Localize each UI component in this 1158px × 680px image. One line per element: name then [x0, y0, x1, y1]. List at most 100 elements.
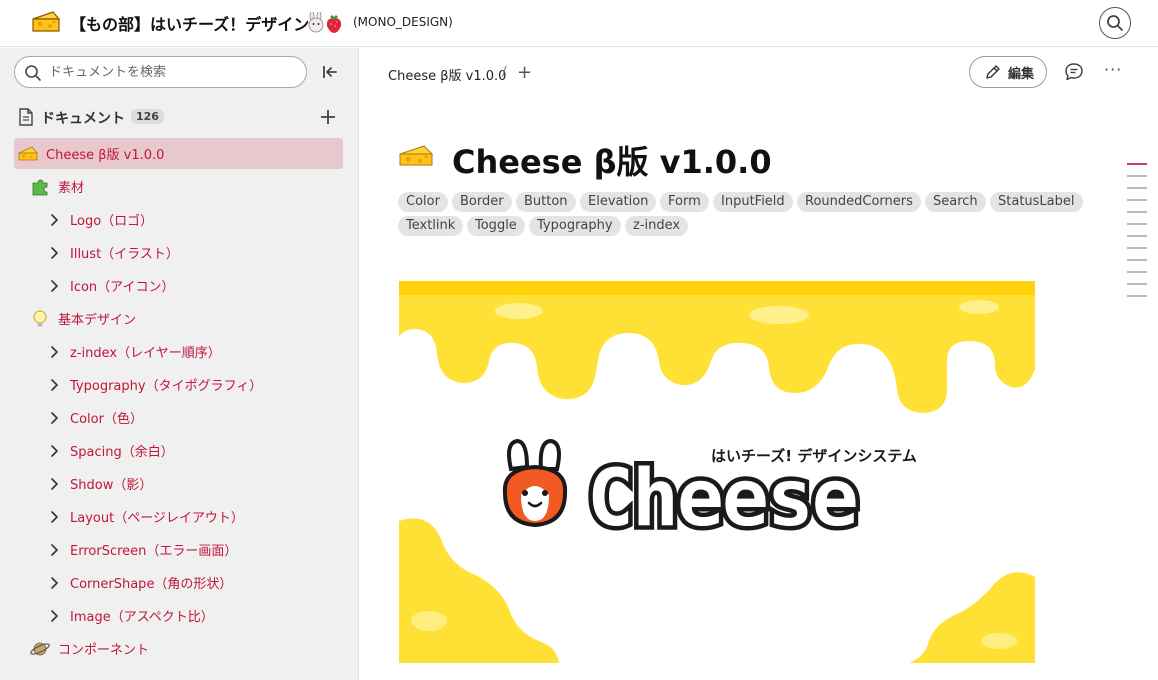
- sidebar-tree-label: Icon（アイコン）: [70, 280, 175, 295]
- sidebar-tree-label: Image（アスペクト比）: [70, 610, 214, 625]
- sidebar-tree-item[interactable]: 素材: [30, 171, 84, 202]
- tag-chip[interactable]: Toggle: [467, 216, 525, 236]
- toc-marker[interactable]: [1127, 283, 1147, 285]
- sidebar-tree-label: z-index（レイヤー順序）: [70, 346, 221, 361]
- sidebar-tree-label: Cheese β版 v1.0.0: [46, 148, 165, 163]
- sidebar-tree-item[interactable]: Color（色）: [46, 402, 143, 433]
- documents-label: ドキュメント: [41, 111, 125, 127]
- tag-chip[interactable]: RoundedCorners: [797, 192, 921, 212]
- collapse-sidebar-icon[interactable]: [320, 62, 340, 82]
- tag-chip[interactable]: Border: [452, 192, 512, 212]
- toc-marker[interactable]: [1127, 223, 1147, 225]
- breadcrumb-current[interactable]: Cheese β版 v1.0.0: [388, 65, 506, 84]
- chevron-right-icon[interactable]: [46, 344, 62, 360]
- chevron-right-icon[interactable]: [46, 608, 62, 624]
- sidebar-tree-item[interactable]: z-index（レイヤー順序）: [46, 336, 221, 367]
- toc-marker[interactable]: [1127, 199, 1147, 201]
- toc-marker[interactable]: [1127, 259, 1147, 261]
- chevron-right-icon[interactable]: [46, 575, 62, 591]
- sidebar-tree-label: 基本デザイン: [58, 313, 137, 328]
- tag-chip[interactable]: Elevation: [580, 192, 657, 212]
- sidebar-tree-label: Typography（タイポグラフィ）: [70, 379, 263, 394]
- tag-chip[interactable]: Typography: [529, 216, 621, 236]
- sidebar-tree-label: Illust（イラスト）: [70, 247, 179, 262]
- edit-button[interactable]: 編集: [969, 56, 1047, 88]
- chevron-right-icon[interactable]: [46, 509, 62, 525]
- toc-marker[interactable]: [1127, 235, 1147, 237]
- edit-label: 編集: [1008, 66, 1035, 82]
- sidebar-tree-item[interactable]: Shdow（影）: [46, 468, 152, 499]
- tag-chip[interactable]: Color: [398, 192, 448, 212]
- sidebar-tree-label: Shdow（影）: [70, 478, 153, 493]
- sidebar-tree-item[interactable]: ErrorScreen（エラー画面）: [46, 534, 237, 565]
- cheese-logo-icon[interactable]: [31, 9, 61, 35]
- sidebar-tree-item[interactable]: 基本デザイン: [30, 303, 136, 334]
- document-icon: [19, 108, 33, 126]
- chevron-right-icon[interactable]: [46, 212, 62, 228]
- sidebar-tree-item[interactable]: CornerShape（角の形状）: [46, 567, 232, 598]
- sidebar-tree-label: コンポーネント: [58, 643, 150, 658]
- pencil-icon: [986, 65, 1000, 79]
- documents-count-badge: 126: [131, 109, 164, 124]
- chevron-right-icon[interactable]: [46, 410, 62, 426]
- sidebar-tree-item[interactable]: Layout（ページレイアウト）: [46, 501, 244, 532]
- planet-icon: [30, 639, 50, 659]
- chevron-right-icon[interactable]: [46, 443, 62, 459]
- chevron-right-icon[interactable]: [46, 542, 62, 558]
- document-search-input[interactable]: [49, 62, 299, 82]
- tag-chip[interactable]: StatusLabel: [990, 192, 1083, 212]
- toc-marker[interactable]: [1127, 271, 1147, 273]
- sidebar-tree-item[interactable]: コンポーネント: [30, 633, 149, 664]
- sidebar-tree-item[interactable]: Icon（アイコン）: [46, 270, 175, 301]
- main-content: Cheese β版 v1.0.0 / + 編集 ··· Cheese β版 v1…: [360, 48, 1158, 680]
- tag-chip[interactable]: Form: [660, 192, 709, 212]
- sidebar-tree-label: Color（色）: [70, 412, 143, 427]
- add-document-icon[interactable]: [317, 106, 339, 128]
- tag-chip[interactable]: Search: [925, 192, 986, 212]
- toc-marker[interactable]: [1127, 175, 1147, 177]
- tag-chip[interactable]: z-index: [625, 216, 689, 236]
- sidebar-tree-item[interactable]: Logo（ロゴ）: [46, 204, 153, 235]
- puzzle-icon: [30, 177, 50, 197]
- workspace-title[interactable]: 【もの部】はいチーズ！デザイン: [70, 11, 309, 35]
- comment-icon[interactable]: [1063, 61, 1085, 83]
- hero-wordmark: Cheese: [587, 454, 857, 544]
- more-options-button[interactable]: ···: [1104, 60, 1122, 79]
- tag-chip[interactable]: Textlink: [398, 216, 464, 236]
- chevron-right-icon[interactable]: [46, 476, 62, 492]
- document-search[interactable]: [14, 56, 307, 88]
- chevron-right-icon[interactable]: [46, 278, 62, 294]
- rabbit-mascot-icon: [502, 438, 568, 528]
- sidebar-tree-label: Logo（ロゴ）: [70, 214, 154, 229]
- lightbulb-icon: [30, 309, 50, 329]
- chevron-right-icon[interactable]: [46, 245, 62, 261]
- toc-marker[interactable]: [1127, 163, 1147, 165]
- sidebar-tree-item[interactable]: Typography（タイポグラフィ）: [46, 369, 262, 400]
- toc-marker[interactable]: [1127, 211, 1147, 213]
- tag-chip[interactable]: InputField: [713, 192, 793, 212]
- top-header: 【もの部】はいチーズ！デザイン (MONO_DESIGN): [0, 0, 1158, 47]
- sidebar: ドキュメント 126 Cheese β版 v1.0.0 素材 Logo（ロゴ） Ill…: [0, 48, 359, 680]
- cheese-banner-illustration: はいチーズ! デザインシステム Cheese: [399, 281, 1035, 663]
- add-subpage-button[interactable]: +: [517, 62, 532, 83]
- chevron-right-icon[interactable]: [46, 377, 62, 393]
- tag-chip[interactable]: Button: [516, 192, 576, 212]
- sidebar-tree-label: Spacing（余白）: [70, 445, 174, 460]
- toc-marker[interactable]: [1127, 187, 1147, 189]
- workspace-id: (MONO_DESIGN): [353, 15, 453, 29]
- sidebar-tree-item[interactable]: Image（アスペクト比）: [46, 600, 214, 631]
- toc-marker[interactable]: [1127, 247, 1147, 249]
- sidebar-tree-item[interactable]: Illust（イラスト）: [46, 237, 179, 268]
- global-search-button[interactable]: [1099, 7, 1131, 39]
- rabbit-strawberry-emoji-icon: [308, 12, 342, 33]
- search-icon: [1107, 15, 1123, 31]
- search-icon: [25, 65, 41, 81]
- sidebar-tree-label: Layout（ページレイアウト）: [70, 511, 244, 526]
- sidebar-tree-label: ErrorScreen（エラー画面）: [70, 544, 238, 559]
- sidebar-tree-item[interactable]: Cheese β版 v1.0.0: [14, 138, 343, 169]
- breadcrumb-separator: /: [502, 65, 507, 80]
- sidebar-tree-label: CornerShape（角の形状）: [70, 577, 233, 592]
- toc-marker[interactable]: [1127, 295, 1147, 297]
- hero-banner: はいチーズ! デザインシステム Cheese: [399, 281, 1035, 663]
- sidebar-tree-item[interactable]: Spacing（余白）: [46, 435, 174, 466]
